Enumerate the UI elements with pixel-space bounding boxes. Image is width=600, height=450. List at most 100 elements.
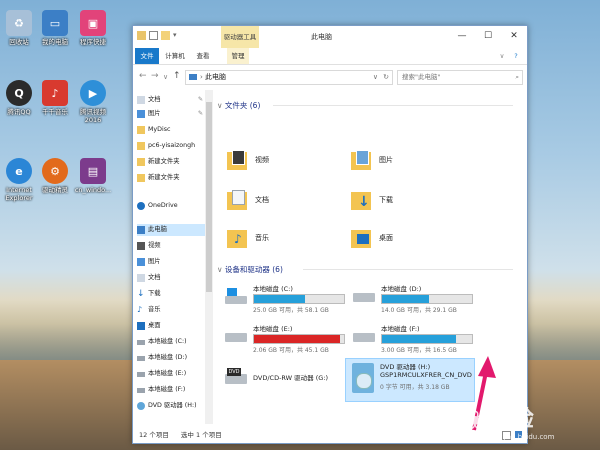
dvd-disc-icon <box>352 363 374 395</box>
drive-f[interactable]: 本地磁盘 (F:) 3.00 GB 可用，共 16.5 GB <box>353 322 481 358</box>
drive-h[interactable]: DVD 驱动器 (H:) GSP1RMCULXFRER_CN_DVD 0 字节 … <box>345 358 475 402</box>
computer-icon: ▭ <box>42 10 68 36</box>
dvd-icon <box>137 402 145 410</box>
folder-videos[interactable]: 视频 <box>227 148 269 172</box>
explorer-window[interactable]: ▾ 驱动器工具 此电脑 — ☐ ✕ 文件 计算机 查看 管理 ∨ ? ← → ∨… <box>132 25 528 444</box>
app-shortcut-icon: ▣ <box>80 10 106 36</box>
folder-pictures[interactable]: 图片 <box>351 148 393 172</box>
back-button[interactable]: ← <box>139 71 147 81</box>
desktop-icon-computer[interactable]: ▭ 我的电脑 <box>36 10 74 46</box>
desktop-icon-recycle-bin[interactable]: ♻ 回收站 <box>0 10 38 46</box>
pictures-icon <box>137 110 145 118</box>
title-bar[interactable]: ▾ 驱动器工具 此电脑 — ☐ ✕ <box>133 26 527 48</box>
address-bar[interactable]: › 此电脑 ∨ ↻ <box>185 70 393 85</box>
drive-icon <box>137 387 145 393</box>
documents-folder-icon <box>227 188 249 212</box>
desktop-icon-video-app[interactable]: ▶ 腾讯视频 2016 <box>74 80 112 124</box>
tab-file[interactable]: 文件 <box>135 48 159 64</box>
desktop-icon-ie[interactable]: e Internet Explorer <box>0 158 38 202</box>
sidebar-item-videos[interactable]: 视频 <box>137 240 205 252</box>
desktop-icon-app-shortcut[interactable]: ▣ 程序快捷 <box>74 10 112 46</box>
group-divider <box>303 269 513 270</box>
sidebar-item-new-folder-2[interactable]: 新建文件夹 <box>137 172 205 184</box>
search-placeholder: 搜索"此电脑" <box>402 73 441 81</box>
pictures-folder-icon <box>351 148 373 172</box>
drive-e[interactable]: 本地磁盘 (E:) 2.06 GB 可用，共 45.1 GB <box>225 322 353 358</box>
ie-icon: e <box>6 158 32 184</box>
sidebar-item-music[interactable]: ♪ 音乐 <box>137 304 205 316</box>
video-app-icon: ▶ <box>80 80 106 106</box>
scrollbar-thumb[interactable] <box>206 102 212 292</box>
computer-icon <box>137 226 145 234</box>
chevron-down-icon[interactable]: ∨ <box>373 71 378 84</box>
sidebar-scrollbar[interactable] <box>205 90 213 424</box>
downloads-icon: ↓ <box>137 289 145 299</box>
drives-group-header[interactable]: ∨ 设备和驱动器 (6) <box>217 264 517 275</box>
refresh-icon[interactable]: ↻ <box>383 71 389 84</box>
sidebar-item-drive-d[interactable]: 本地磁盘 (D:) <box>137 352 205 364</box>
search-input[interactable]: 搜索"此电脑" ⌕ <box>397 70 523 85</box>
folder-desktop[interactable]: 桌面 <box>351 226 393 250</box>
music-icon: ♪ <box>137 305 143 314</box>
folders-group-header[interactable]: ∨ 文件夹 (6) <box>217 100 517 111</box>
ribbon-collapse-button[interactable]: ∨ <box>497 48 507 64</box>
maximize-button[interactable]: ☐ <box>475 26 501 46</box>
sidebar-item-pc6[interactable]: pc6-yisaizongh <box>137 140 205 152</box>
drive-usage-bar <box>381 294 473 304</box>
sidebar-item-drive-c[interactable]: 本地磁盘 (C:) <box>137 336 205 348</box>
music-player-icon: ♪ <box>42 80 68 106</box>
tab-view[interactable]: 查看 <box>193 48 213 64</box>
folder-music[interactable]: ♪ 音乐 <box>227 226 269 250</box>
videos-folder-icon <box>227 148 249 172</box>
sidebar-item-desktop[interactable]: 桌面 <box>137 320 205 332</box>
selection-count: 选中 1 个项目 <box>180 431 222 439</box>
desktop-icon-winrar[interactable]: ▤ cn_windo... <box>74 158 112 194</box>
sidebar-item-mydisc[interactable]: MyDisc <box>137 124 205 136</box>
sidebar-item-documents-2[interactable]: 文档 <box>137 272 205 284</box>
windows-drive-icon <box>225 288 247 304</box>
videos-icon <box>137 242 145 250</box>
ribbon-tabs: 文件 计算机 查看 管理 ∨ ? <box>133 48 527 65</box>
drive-usage-bar <box>253 334 345 344</box>
onedrive-icon <box>137 202 145 210</box>
folder-documents[interactable]: 文档 <box>227 188 269 212</box>
winrar-icon: ▤ <box>80 158 106 184</box>
close-button[interactable]: ✕ <box>501 26 527 46</box>
sidebar-item-pictures[interactable]: 图片 ✎ <box>137 108 205 120</box>
window-title: 此电脑 <box>311 33 332 41</box>
sidebar-item-pictures-2[interactable]: 图片 <box>137 256 205 268</box>
drive-g[interactable]: DVD DVD/CD-RW 驱动器 (G:) <box>225 364 353 400</box>
chevron-down-icon: ∨ <box>217 101 225 110</box>
drive-icon <box>137 371 145 377</box>
tab-computer[interactable]: 计算机 <box>163 48 187 64</box>
folder-downloads[interactable]: ↓ 下载 <box>351 188 393 212</box>
properties-icon[interactable] <box>149 31 158 40</box>
navigation-pane[interactable]: 文档 ✎ 图片 ✎ MyDisc pc6-yisaizongh 新建文件夹 新建文件… <box>133 90 206 424</box>
sidebar-item-drive-f[interactable]: 本地磁盘 (F:) <box>137 384 205 396</box>
desktop-icon <box>137 322 145 330</box>
sidebar-item-onedrive[interactable]: OneDrive <box>137 200 205 212</box>
sidebar-item-documents[interactable]: 文档 ✎ <box>137 94 205 106</box>
sidebar-item-downloads[interactable]: ↓ 下载 <box>137 288 205 300</box>
new-folder-icon[interactable] <box>161 31 170 40</box>
sidebar-item-new-folder[interactable]: 新建文件夹 <box>137 156 205 168</box>
watermark: ❀ 经验 jingyan.baidu.com <box>464 406 555 441</box>
sidebar-item-dvd-h[interactable]: DVD 驱动器 (H:) <box>137 400 205 412</box>
chevron-down-icon[interactable]: ▾ <box>173 31 179 40</box>
drive-c[interactable]: 本地磁盘 (C:) 25.0 GB 可用，共 58.1 GB <box>225 282 353 318</box>
help-button[interactable]: ? <box>511 48 521 64</box>
forward-button[interactable]: → <box>151 71 159 81</box>
tab-manage[interactable]: 管理 <box>227 48 249 64</box>
desktop-icon-qq[interactable]: Q 腾讯QQ <box>0 80 38 116</box>
sidebar-item-this-pc[interactable]: 此电脑 <box>137 224 205 236</box>
folder-icon[interactable] <box>137 31 146 40</box>
desktop-icon-music-player[interactable]: ♪ 千千音乐 <box>36 80 74 116</box>
qq-icon: Q <box>6 80 32 106</box>
drive-d[interactable]: 本地磁盘 (D:) 14.0 GB 可用，共 29.1 GB <box>353 282 481 318</box>
drive-icon <box>137 339 145 345</box>
desktop-icon-driver-app[interactable]: ⚙ 驱动精灵 <box>36 158 74 194</box>
up-button[interactable]: ↑ <box>173 71 181 81</box>
minimize-button[interactable]: — <box>449 26 475 46</box>
sidebar-item-drive-e[interactable]: 本地磁盘 (E:) <box>137 368 205 380</box>
recent-locations-button[interactable]: ∨ <box>163 73 168 81</box>
